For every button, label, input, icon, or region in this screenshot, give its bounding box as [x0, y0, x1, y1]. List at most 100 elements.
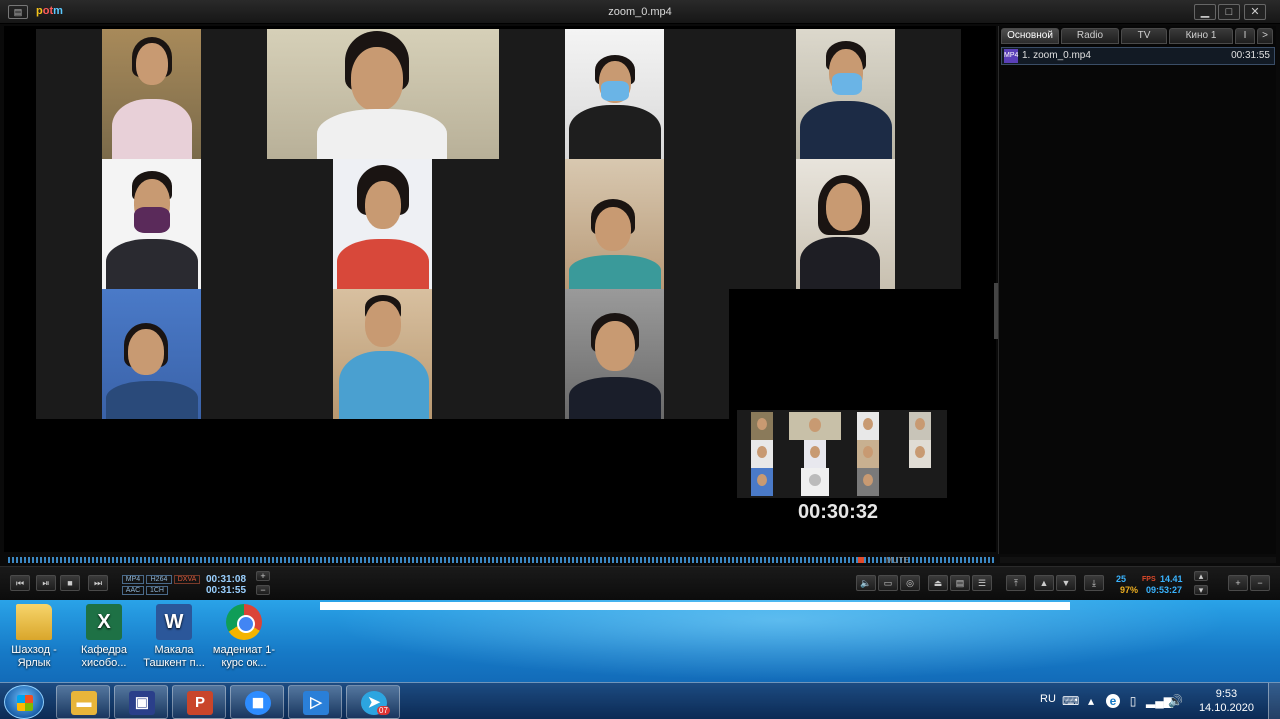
tab-kino1[interactable]: Кино 1: [1169, 28, 1233, 44]
title-bar: ▤ potm zoom_0.mp4 ▁ □ ✕: [0, 0, 1280, 24]
add-button[interactable]: +: [1228, 575, 1248, 591]
empty-gallery-slot: [729, 289, 962, 419]
codec-badge: H264: [146, 575, 172, 584]
settings-button[interactable]: ▤: [950, 575, 970, 591]
stop-button[interactable]: ■: [60, 575, 80, 591]
play-pause-button[interactable]: ⏯: [36, 575, 56, 591]
language-indicator[interactable]: RU: [1040, 693, 1056, 705]
codec-badge: 1CH: [146, 586, 168, 595]
codec-badge: AAC: [122, 586, 144, 595]
zoom-icon: ◼: [245, 691, 271, 715]
close-button[interactable]: ✕: [1244, 4, 1266, 20]
system-tray: RU ⌨ ▴ e ▯ ▂▄▆ 🔊 9:53 14.10.2020: [1030, 683, 1280, 719]
folder-icon: ▬: [71, 691, 97, 715]
chrome-icon: [226, 604, 262, 640]
powerpoint-icon: P: [187, 691, 213, 715]
codec-badge: MP4: [122, 575, 144, 584]
taskbar-zoom-button[interactable]: ◼: [230, 685, 284, 719]
volume-icon[interactable]: 🔈: [856, 575, 876, 591]
folder-icon: [16, 604, 52, 640]
desktop-icon[interactable]: X Кафедра хисобо...: [72, 604, 136, 670]
taskbar-telegram-button[interactable]: ➤ 07: [346, 685, 400, 719]
participant-tile: [333, 289, 432, 419]
participant-tile: [102, 29, 201, 159]
time-up-button[interactable]: +: [256, 571, 270, 581]
mute-label: MUTE: [886, 556, 909, 565]
mp4-file-icon: MP4: [1004, 49, 1018, 63]
floppy-icon: ▣: [129, 691, 155, 715]
time-down-button[interactable]: −: [256, 585, 270, 595]
desktop-icon[interactable]: мадениат 1-курс ок...: [212, 604, 276, 670]
fps-value-a: 25: [1116, 574, 1127, 584]
desktop-icon-label: мадениат 1-курс ок...: [212, 644, 276, 669]
playlist-panel: Основной Radio TV Кино 1 I > MP4 1. zoom…: [998, 26, 1276, 554]
background-window-edge: [320, 602, 1070, 610]
volume-icon[interactable]: 🔊: [1168, 694, 1183, 708]
eject-button[interactable]: ⏏: [928, 575, 948, 591]
desktop-icon-label: Шахзод - Ярлык: [11, 644, 57, 669]
participant-tile: [102, 289, 201, 419]
move-down-button[interactable]: ▼: [1056, 575, 1076, 591]
tab-radio[interactable]: Radio: [1061, 28, 1119, 44]
move-up-button[interactable]: ▲: [1034, 575, 1054, 591]
taskbar-save-button[interactable]: ▣: [114, 685, 168, 719]
start-button[interactable]: [4, 685, 44, 719]
participant-tile: [796, 159, 895, 289]
tab-main[interactable]: Основной: [1001, 28, 1059, 44]
move-bottom-button[interactable]: ⤓: [1084, 575, 1104, 591]
total-time: 00:31:55: [206, 585, 247, 596]
seek-bar[interactable]: [8, 557, 994, 563]
tabs-scroll-right-button[interactable]: >: [1257, 28, 1273, 44]
participant-tile: [565, 289, 664, 419]
seek-position[interactable]: [858, 557, 864, 563]
playlist-item-name: 1. zoom_0.mp4: [1022, 50, 1091, 61]
next-button[interactable]: ⏭: [88, 575, 108, 591]
participant-tile: [565, 159, 664, 289]
playlist-toggle-button[interactable]: ☰: [972, 575, 992, 591]
desktop-icon-label: Макала Ташкент п...: [143, 644, 205, 669]
player-window: ▤ potm zoom_0.mp4 ▁ □ ✕ 00:30:32 Основно…: [0, 0, 1280, 600]
battery-icon[interactable]: ▯: [1126, 694, 1140, 708]
previous-button[interactable]: ⏮: [10, 575, 30, 591]
capture-button[interactable]: ◎: [900, 575, 920, 591]
stats-up-button[interactable]: ▴: [1194, 571, 1208, 581]
clock-date: 14.10.2020: [1198, 702, 1254, 714]
taskbar-explorer-button[interactable]: ▬: [56, 685, 110, 719]
windows-logo-icon: [17, 695, 33, 711]
notification-badge: 07: [377, 706, 390, 715]
participant-tile: [102, 159, 201, 289]
clock-time: 9:53: [1215, 688, 1238, 700]
app-tray-icon[interactable]: e: [1106, 694, 1120, 708]
cpu-percent: 97%: [1120, 585, 1139, 595]
video-timecode-overlay: 00:30:32: [798, 501, 879, 523]
taskbar: ▬ ▣ P ◼ ▷ ➤ 07 RU ⌨ ▴ e ▯ ▂▄▆ 🔊 9:53 14.…: [0, 682, 1280, 719]
taskbar-powerpoint-button[interactable]: P: [172, 685, 226, 719]
tab-tv[interactable]: TV: [1121, 28, 1167, 44]
show-hidden-icons-icon[interactable]: ▴: [1084, 694, 1098, 708]
maximize-button[interactable]: □: [1218, 4, 1240, 20]
desktop-icon[interactable]: Шахзод - Ярлык: [2, 604, 66, 670]
participant-tile: [267, 29, 499, 159]
desktop-icon[interactable]: W Макала Ташкент п...: [142, 604, 206, 670]
tab-more[interactable]: I: [1235, 28, 1255, 44]
clock[interactable]: 9:53 14.10.2020: [1199, 687, 1254, 715]
control-bar: ⏮ ⏯ ■ ⏭ MP4 H264 DXVA AAC 1CH 00:31:08 0…: [0, 566, 1280, 600]
subtitle-button[interactable]: ▭: [878, 575, 898, 591]
remove-button[interactable]: −: [1250, 575, 1270, 591]
show-desktop-button[interactable]: [1268, 683, 1280, 719]
playlist-item[interactable]: MP4 1. zoom_0.mp4 00:31:55: [1001, 47, 1275, 65]
video-area[interactable]: 00:30:32: [4, 26, 996, 552]
codec-badge: DXVA: [174, 575, 200, 584]
keyboard-icon[interactable]: ⌨: [1062, 694, 1079, 708]
play-icon: ▷: [303, 691, 329, 715]
stats-down-button[interactable]: ▾: [1194, 585, 1208, 595]
move-top-button[interactable]: ⤒: [1006, 575, 1026, 591]
playlist-item-duration: 00:31:55: [1231, 50, 1270, 61]
playlist-seek-area: [1000, 557, 1276, 563]
participant-tile: [333, 159, 432, 289]
taskbar-player-button[interactable]: ▷: [288, 685, 342, 719]
network-signal-icon[interactable]: ▂▄▆: [1146, 694, 1173, 708]
minimize-button[interactable]: ▁: [1194, 4, 1216, 20]
excel-icon: X: [86, 604, 122, 640]
desktop-icon-label: Кафедра хисобо...: [80, 644, 128, 669]
